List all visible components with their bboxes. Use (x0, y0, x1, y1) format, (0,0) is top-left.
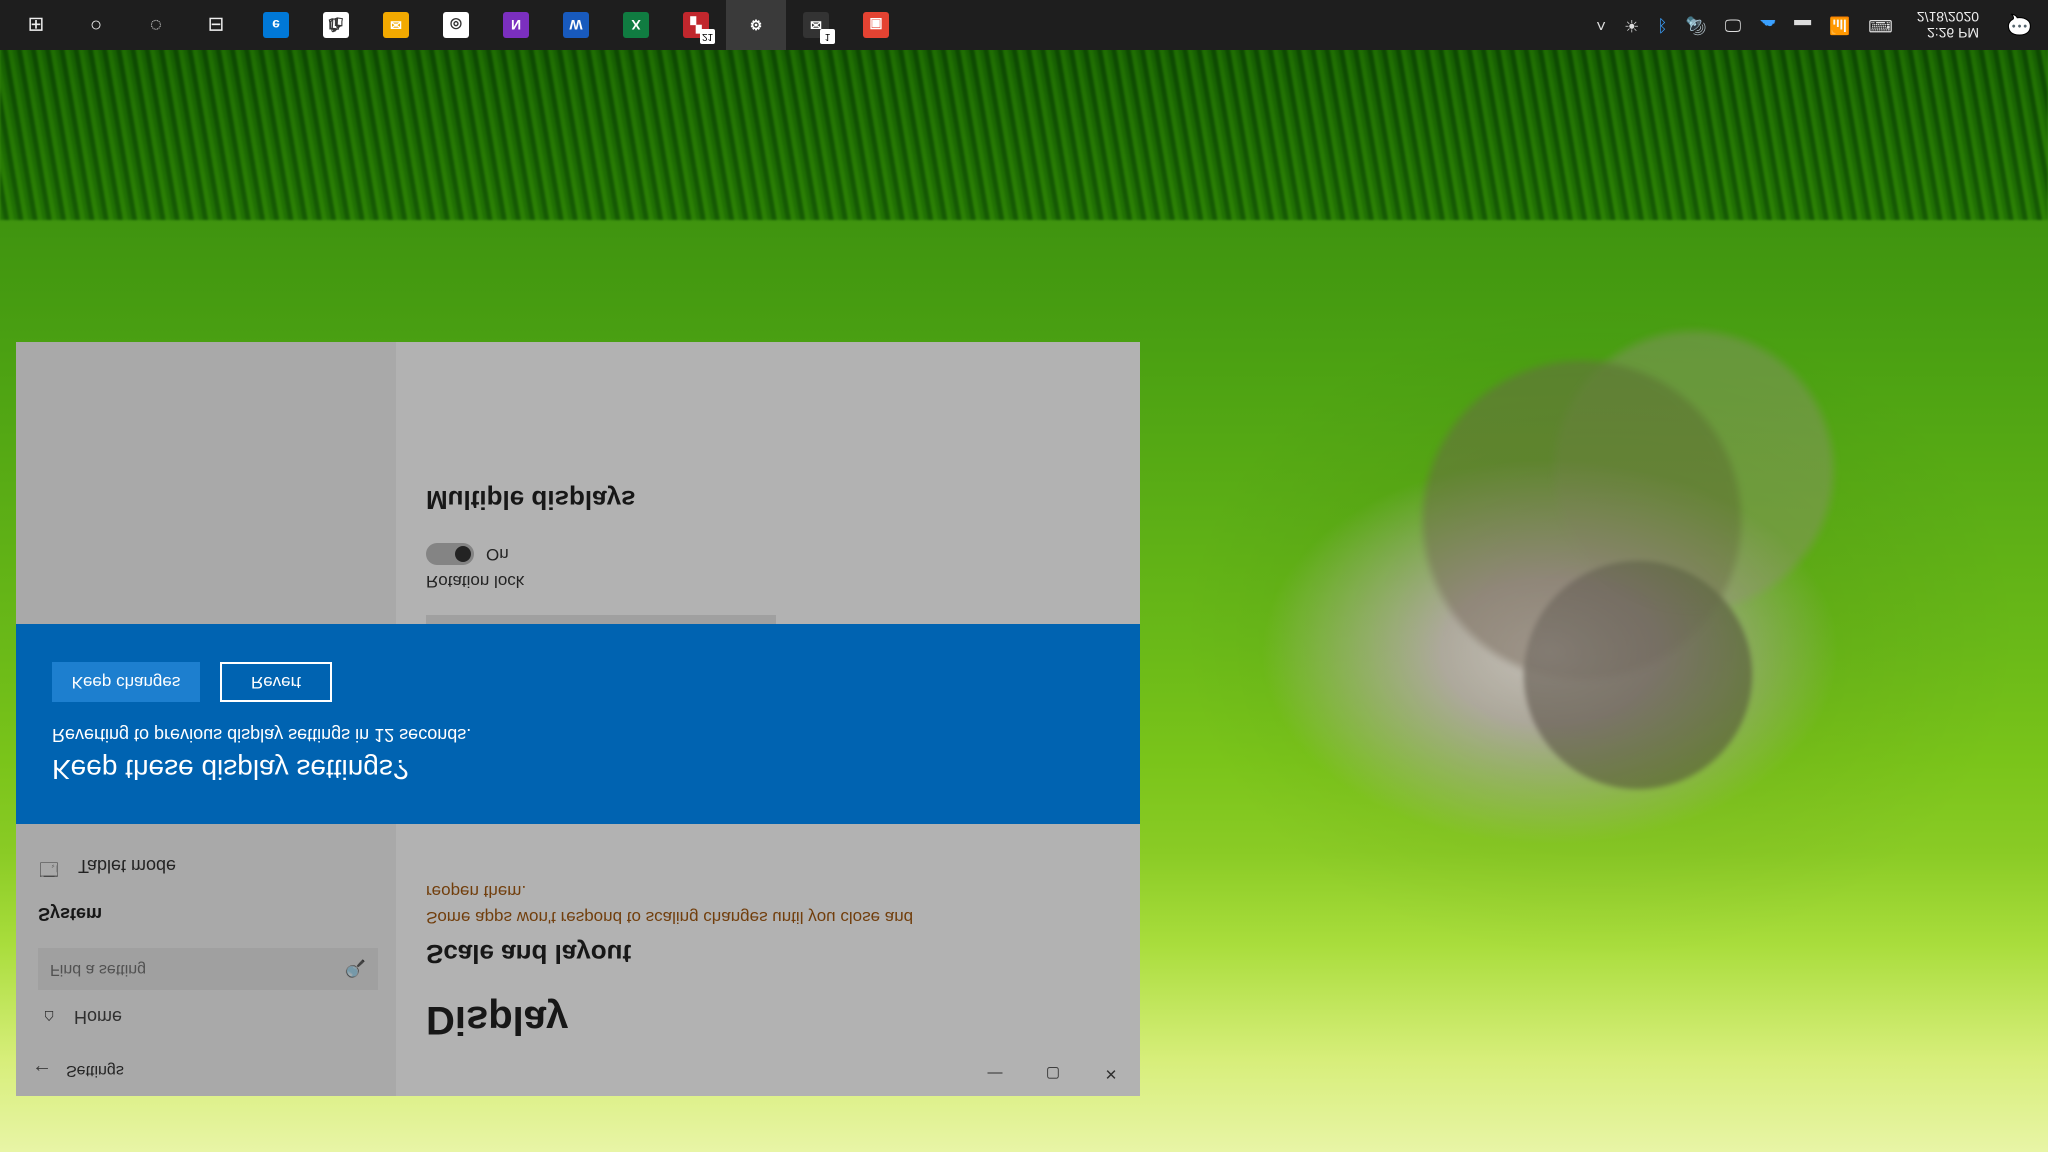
tray-cast-icon[interactable]: 🖵 (1725, 15, 1741, 35)
taskbar-app-todoist[interactable]: ▣ (846, 0, 906, 50)
sidebar-item-label: Tablet mode (78, 856, 176, 877)
tray-battery-icon[interactable]: ▬ (1794, 15, 1811, 35)
tray-wifi-icon[interactable]: 📶 (1829, 15, 1850, 35)
section-multiple-displays: Multiple displays (426, 484, 1080, 515)
home-label: Home (74, 1006, 122, 1027)
window-minimize[interactable]: — (966, 1052, 1024, 1096)
taskbar: ⊞ ○ ◌ ⊟ e 🛍 ✉ ◎ N W X ▞ 21 ⚙ ✉ 1 (0, 0, 2048, 50)
clock-time: 2:26 PM (1917, 25, 1979, 41)
dialog-title: Keep these display settings? (52, 754, 1104, 786)
window-maximize[interactable]: ▢ (1024, 1052, 1082, 1096)
dialog-message: Reverting to previous display settings i… (52, 725, 1104, 746)
taskbar-app-excel[interactable]: X (606, 0, 666, 50)
keep-changes-button[interactable]: Keep changes (52, 663, 200, 703)
sidebar-heading-system: System (16, 895, 396, 934)
rotation-lock-label: Rotation lock (426, 571, 1080, 591)
scaling-warning: Some apps won't respond to scaling chang… (426, 879, 966, 930)
task-view-button[interactable]: ⊟ (186, 0, 246, 50)
taskbar-app-mail[interactable]: ✉ (366, 0, 426, 50)
settings-window: ← Settings ⌂ Home 🔍 System 🗔 Tablet mode… (16, 342, 1140, 1096)
tray-bluetooth-icon[interactable]: ᛒ (1657, 15, 1667, 35)
keep-settings-dialog: Keep these display settings? Reverting t… (16, 624, 1140, 824)
wallpaper-cat (1330, 272, 1890, 892)
page-title: Display (426, 997, 1080, 1042)
sidebar-item-tablet-mode[interactable]: 🗔 Tablet mode (16, 837, 396, 895)
sidebar-home[interactable]: ⌂ Home (16, 994, 396, 1039)
taskbar-clock[interactable]: 2:26 PM 2/18/2020 (1917, 9, 1979, 41)
taskbar-app-store[interactable]: 🛍 (306, 0, 366, 50)
taskbar-app-edge[interactable]: e (246, 0, 306, 50)
taskbar-app-pdf[interactable]: ▞ 21 (666, 0, 726, 50)
taskbar-app-mail2[interactable]: ✉ 1 (786, 0, 846, 50)
tray-onedrive-icon[interactable]: ☁ (1759, 15, 1776, 35)
action-center-icon[interactable]: 💬 (2007, 13, 2032, 38)
start-button[interactable]: ⊞ (6, 0, 66, 50)
back-button[interactable]: ← (32, 1059, 52, 1082)
cortana-button[interactable]: ◌ (126, 0, 186, 50)
tray-keyboard-icon[interactable]: ⌨ (1868, 15, 1893, 35)
tablet-icon: 🗔 (38, 851, 60, 881)
search-input[interactable] (38, 948, 378, 990)
home-icon: ⌂ (38, 1006, 60, 1027)
taskbar-app-word[interactable]: W (546, 0, 606, 50)
search-icon: 🔍 (345, 958, 366, 978)
pdf-badge: 21 (700, 29, 715, 44)
rotation-lock-state: On (486, 544, 509, 564)
tray-weather-icon[interactable]: ☀ (1624, 15, 1639, 35)
desktop: ← Settings ⌂ Home 🔍 System 🗔 Tablet mode… (0, 0, 2048, 1152)
tray-volume-icon[interactable]: 🔊 (1686, 15, 1707, 35)
section-scale-layout: Scale and layout (426, 938, 1080, 969)
taskbar-app-onenote[interactable]: N (486, 0, 546, 50)
tray-chevron-icon[interactable]: ˄ (1596, 15, 1606, 35)
revert-button[interactable]: Revert (220, 663, 332, 703)
mail-badge: 1 (820, 29, 835, 44)
rotation-lock-toggle[interactable] (426, 543, 474, 565)
window-close[interactable]: ✕ (1082, 1052, 1140, 1096)
taskbar-app-settings[interactable]: ⚙ (726, 0, 786, 50)
search-button[interactable]: ○ (66, 0, 126, 50)
taskbar-app-chrome[interactable]: ◎ (426, 0, 486, 50)
clock-date: 2/18/2020 (1917, 9, 1979, 25)
window-title: Settings (66, 1062, 124, 1080)
